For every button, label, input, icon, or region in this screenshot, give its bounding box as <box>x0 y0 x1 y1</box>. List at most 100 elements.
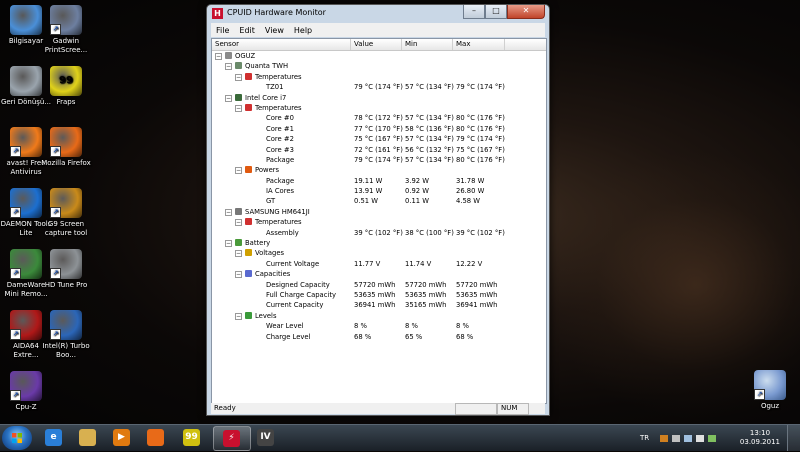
sensor-row[interactable]: Core #2 75 °C (167 °F) 57 °C (134 °F) 79 °C… <box>212 134 546 144</box>
desktop-icon[interactable]: ↗ HD Tune Pro <box>40 249 92 290</box>
tree-node[interactable]: − Quanta TWH <box>212 61 546 71</box>
sensor-row[interactable]: Package 19.11 W 3.92 W 31.78 W <box>212 176 546 186</box>
hwmonitor-window: H CPUID Hardware Monitor – □ ✕ File Edit… <box>206 4 550 416</box>
taskbar-button[interactable] <box>138 426 174 449</box>
sensor-value: 77 °C (170 °F) <box>354 124 403 133</box>
clock[interactable]: 13:10 03.09.2011 <box>740 429 780 447</box>
sensor-tree[interactable]: Sensor Value Min Max − OGUZ − Quanta TWH − Te… <box>211 38 547 404</box>
desktop-icon[interactable]: ↗ Mozilla Firefox <box>40 127 92 168</box>
sensor-label: TZ01 <box>266 83 284 92</box>
power-icon <box>245 166 252 174</box>
column-max[interactable]: Max <box>456 40 470 48</box>
taskbar-button[interactable]: IV <box>248 426 284 449</box>
network-icon[interactable] <box>684 435 692 442</box>
desktop-icon[interactable]: 99 Fraps <box>40 66 92 107</box>
sensor-min: 3.92 W <box>405 176 430 185</box>
desktop-icon[interactable]: ↗ G9 Screen capture tool <box>40 188 92 238</box>
volume-icon[interactable] <box>696 435 704 442</box>
tree-node[interactable]: − Intel Core i7 <box>212 93 546 103</box>
sensor-row[interactable]: Current Voltage 11.77 V 11.74 V 12.22 V <box>212 259 546 269</box>
thermometer-icon <box>245 103 252 111</box>
menu-edit[interactable]: Edit <box>234 26 260 35</box>
tree-node[interactable]: − Temperatures <box>212 103 546 113</box>
column-value[interactable]: Value <box>354 40 373 48</box>
collapse-toggle[interactable]: − <box>235 271 242 279</box>
sensor-min: 0.11 W <box>405 197 430 206</box>
collapse-toggle[interactable]: − <box>235 73 242 81</box>
sensor-row[interactable]: Full Charge Capacity 53635 mWh 53635 mWh 53… <box>212 290 546 300</box>
tree-node[interactable]: − Powers <box>212 165 546 175</box>
collapse-toggle[interactable]: − <box>225 240 232 248</box>
tree-node[interactable]: − Levels <box>212 311 546 321</box>
sensor-label: Current Capacity <box>266 301 324 310</box>
sensor-row[interactable]: Wear Level 8 % 8 % 8 % <box>212 321 546 331</box>
column-min[interactable]: Min <box>405 40 417 48</box>
sensor-row[interactable]: Core #3 72 °C (161 °F) 56 °C (132 °F) 75 °C… <box>212 145 546 155</box>
desktop-icon[interactable]: ↗ Cpu-Z <box>0 371 52 412</box>
sensor-min: 57 °C (134 °F) <box>405 114 454 123</box>
taskbar: e ▶ 99 ⚡ IV TR 13:10 03.09.2011 <box>0 424 800 451</box>
desktop-icon-oguz[interactable]: ↗ Oguz <box>744 370 796 411</box>
sensor-row[interactable]: Core #1 77 °C (170 °F) 58 °C (136 °F) 80 °C… <box>212 124 546 134</box>
tree-node[interactable]: − Temperatures <box>212 217 546 227</box>
title-bar[interactable]: H CPUID Hardware Monitor – □ ✕ <box>207 5 549 22</box>
taskbar-button[interactable]: ⚡ <box>213 426 251 451</box>
show-desktop-button[interactable] <box>787 425 800 451</box>
minimize-button[interactable]: – <box>463 5 485 19</box>
desktop-icon-label: Cpu-Z <box>15 403 37 411</box>
taskbar-button[interactable]: ▶ <box>104 426 140 449</box>
sensor-max: 80 °C (176 °F) <box>456 114 505 123</box>
sensor-label: Package <box>266 155 295 164</box>
collapse-toggle[interactable]: − <box>225 63 232 71</box>
sensor-row[interactable]: TZ01 79 °C (174 °F) 57 °C (134 °F) 79 °C (1… <box>212 82 546 92</box>
sensor-row[interactable]: GT 0.51 W 0.11 W 4.58 W <box>212 196 546 206</box>
taskbar-button[interactable]: 99 <box>174 426 210 449</box>
tree-node[interactable]: − Capacities <box>212 269 546 279</box>
collapse-toggle[interactable]: − <box>235 104 242 112</box>
tray-arrow-icon[interactable] <box>660 435 668 442</box>
maximize-button[interactable]: □ <box>485 5 507 19</box>
sensor-min: 65 % <box>405 332 423 341</box>
sensor-row[interactable]: Charge Level 68 % 65 % 68 % <box>212 332 546 342</box>
tree-node[interactable]: − Voltages <box>212 248 546 258</box>
collapse-toggle[interactable]: − <box>235 167 242 175</box>
action-center-icon[interactable] <box>672 435 680 442</box>
sensor-row[interactable]: Package 79 °C (174 °F) 57 °C (134 °F) 80 °C… <box>212 155 546 165</box>
column-sensor[interactable]: Sensor <box>215 40 239 48</box>
collapse-toggle[interactable]: − <box>235 312 242 320</box>
sensor-max: 36941 mWh <box>456 301 498 310</box>
tree-node[interactable]: − Temperatures <box>212 72 546 82</box>
taskbar-button[interactable] <box>70 426 106 449</box>
menu-help[interactable]: Help <box>289 26 317 35</box>
collapse-toggle[interactable]: − <box>225 208 232 216</box>
menu-view[interactable]: View <box>260 26 289 35</box>
collapse-toggle[interactable]: − <box>235 250 242 258</box>
windows-logo-icon <box>12 433 22 443</box>
sensor-row[interactable]: Assembly 39 °C (102 °F) 38 °C (100 °F) 39 °… <box>212 228 546 238</box>
collapse-toggle[interactable]: − <box>225 94 232 102</box>
sensor-label: Wear Level <box>266 322 304 331</box>
tree-node[interactable]: − OGUZ <box>212 51 546 61</box>
sensor-row[interactable]: Current Capacity 36941 mWh 35165 mWh 36941 … <box>212 300 546 310</box>
desktop-icon-label: G9 Screen capture tool <box>44 220 88 237</box>
language-indicator[interactable]: TR <box>640 434 649 442</box>
shortcut-arrow-icon: ↗ <box>50 268 61 279</box>
collapse-toggle[interactable]: − <box>215 53 222 60</box>
desktop-icon[interactable]: ↗ Gadwin PrintScree... <box>40 5 92 55</box>
close-button[interactable]: ✕ <box>507 5 545 19</box>
desktop-icon[interactable]: ↗ Intel(R) Turbo Boo... <box>40 310 92 360</box>
sensor-row[interactable]: Core #0 78 °C (172 °F) 57 °C (134 °F) 80 °C… <box>212 113 546 123</box>
sensor-row[interactable]: IA Cores 13.91 W 0.92 W 26.80 W <box>212 186 546 196</box>
sensor-row[interactable]: Designed Capacity 57720 mWh 57720 mWh 57720… <box>212 280 546 290</box>
taskbar-button[interactable]: e <box>36 426 72 449</box>
sensor-min: 38 °C (100 °F) <box>405 228 454 237</box>
battery-tray-icon[interactable] <box>708 435 716 442</box>
start-button[interactable] <box>2 426 32 450</box>
status-text: Ready <box>214 404 236 412</box>
collapse-toggle[interactable]: − <box>235 219 242 227</box>
tree-node[interactable]: − Battery <box>212 238 546 248</box>
hwmonitor-app-icon[interactable]: H <box>212 8 223 19</box>
sensor-max: 75 °C (167 °F) <box>456 145 505 154</box>
tree-node[interactable]: − SAMSUNG HM641JI <box>212 207 546 217</box>
menu-file[interactable]: File <box>211 26 234 35</box>
